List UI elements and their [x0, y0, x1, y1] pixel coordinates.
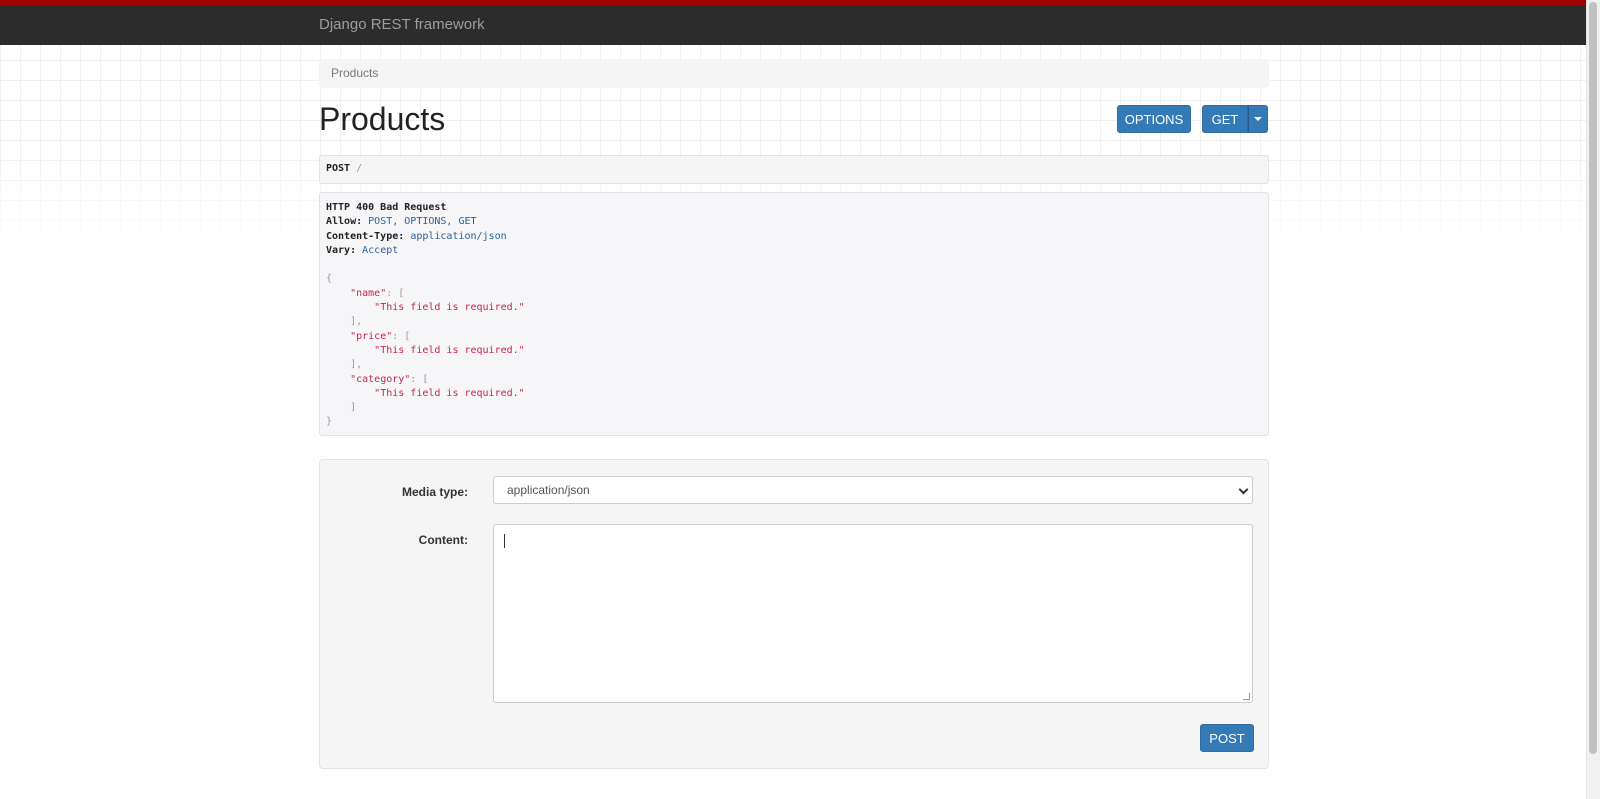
brand-link[interactable]: Django REST framework — [319, 16, 485, 33]
caret-down-icon — [1254, 117, 1262, 121]
media-type-selected-value: application/json — [507, 483, 590, 497]
text-cursor — [504, 534, 505, 548]
response-status: HTTP 400 Bad Request — [326, 202, 447, 213]
header-value: POST, OPTIONS, GET — [368, 216, 477, 228]
media-type-select[interactable]: application/json — [493, 476, 1253, 504]
request-path: / — [356, 163, 363, 174]
request-method: POST — [326, 163, 351, 174]
error-field-key: "category" — [350, 373, 411, 385]
get-button-group: GET — [1202, 105, 1268, 133]
header-key: Content-Type: — [326, 230, 405, 242]
header-key: Vary: — [326, 244, 357, 256]
page-scrollbar[interactable] — [1586, 0, 1600, 799]
error-message: "This field is required." — [374, 344, 525, 356]
resize-handle-icon[interactable] — [1243, 693, 1250, 700]
error-message: "This field is required." — [374, 387, 525, 399]
error-message: "This field is required." — [374, 302, 525, 314]
request-info: POST / — [319, 155, 1269, 184]
content-label: Content: — [418, 533, 468, 547]
scrollbar-thumb[interactable] — [1589, 2, 1597, 754]
page-title: Products — [319, 101, 446, 137]
chevron-down-icon — [1238, 484, 1249, 495]
options-button[interactable]: OPTIONS — [1117, 105, 1191, 133]
navbar: Django REST framework — [0, 5, 1586, 45]
post-button[interactable]: POST — [1200, 724, 1254, 752]
get-button[interactable]: GET — [1202, 105, 1248, 133]
error-field-key: "name" — [350, 287, 387, 299]
get-format-dropdown-toggle[interactable] — [1248, 105, 1268, 133]
breadcrumb: Products — [319, 59, 1269, 88]
response-body: HTTP 400 Bad Request Allow: POST, OPTION… — [319, 192, 1269, 436]
header-key: Allow: — [326, 216, 363, 228]
media-type-label: Media type: — [401, 485, 468, 499]
raw-data-form: Media type: application/json Content: PO… — [319, 459, 1269, 769]
header-value: application/json — [410, 230, 507, 242]
breadcrumb-item-products: Products — [331, 66, 379, 80]
content-textarea[interactable] — [493, 524, 1253, 703]
header-value: Accept — [362, 244, 399, 256]
error-field-key: "price" — [350, 330, 393, 342]
